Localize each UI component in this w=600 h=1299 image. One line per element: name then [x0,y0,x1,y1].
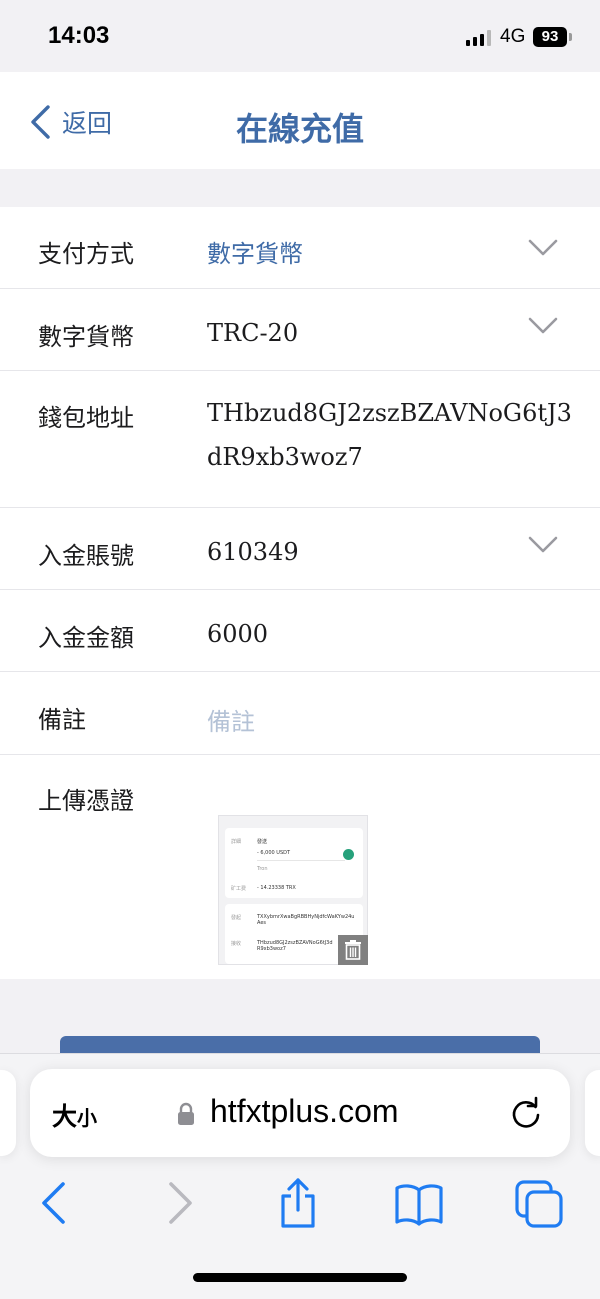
tabs-icon[interactable] [515,1178,565,1228]
home-indicator [193,1273,407,1282]
wallet-address-value: THbzud8GJ2zszBZAVNoG6tJ3dR9xb3woz7 [207,399,572,471]
delete-voucher-button[interactable] [338,935,368,965]
payment-method-select[interactable]: 數字貨幣 [207,234,303,269]
deposit-amount-input[interactable]: 6000 [207,620,268,648]
forward-arrow-icon[interactable] [155,1178,205,1228]
thumb-text: - 14.23338 TRX [257,885,296,891]
thumb-text: 矿工费 [231,886,247,892]
currency-select[interactable]: TRC-20 [207,319,298,347]
thumb-text: 接收 [231,941,242,947]
back-button[interactable]: 返回 [28,102,112,142]
thumb-text: 發送 [257,839,268,845]
payment-method-row[interactable]: 支付方式 數字貨幣 [0,207,600,289]
chevron-down-icon[interactable] [528,317,558,335]
thumb-text: - 6,000 USDT [257,850,291,856]
remark-label: 備註 [38,706,86,734]
thumb-text: 詳細 [231,839,242,845]
deposit-amount-label: 入金金額 [38,624,134,652]
lock-icon [178,1102,194,1125]
battery-icon: 93 [533,27,567,47]
currency-label: 數字貨幣 [38,323,134,351]
signal-icon [466,30,492,46]
text-size-button[interactable]: 大小 [52,1097,97,1133]
remark-input[interactable]: 備註 [207,702,255,737]
thumb-text: 發起 [231,915,242,921]
currency-row[interactable]: 數字貨幣 TRC-20 [0,289,600,371]
bookmarks-icon[interactable] [394,1178,444,1228]
payment-method-label: 支付方式 [38,240,134,268]
tether-icon [343,849,354,860]
deposit-amount-row: 入金金額 6000 [0,590,600,672]
thumb-divider [257,860,345,861]
nav-bar: 在線充值 返回 [0,72,600,169]
url-text[interactable]: htfxtplus.com [210,1093,399,1130]
wallet-address-row: 錢包地址 THbzud8GJ2zszBZAVNoG6tJ3dR9xb3woz7 [0,371,600,508]
text-size-small: 小 [77,1106,98,1130]
upload-voucher-label: 上傳憑證 [38,787,134,815]
chevron-down-icon[interactable] [528,536,558,554]
text-size-big: 大 [52,1102,78,1131]
network-type: 4G [500,26,526,47]
back-arrow-icon[interactable] [28,1178,78,1228]
next-tab-peek[interactable] [585,1070,600,1156]
reload-icon[interactable] [509,1096,543,1130]
previous-tab-peek[interactable] [0,1070,16,1156]
thumb-card: 詳細 發送 - 6,000 USDT Tron 矿工费 - 14.23338 T… [225,828,363,898]
status-time: 14:03 [48,22,110,49]
deposit-account-select[interactable]: 610349 [207,538,299,566]
battery-nub [569,33,572,41]
back-label: 返回 [62,109,113,138]
deposit-account-label: 入金賬號 [38,542,134,570]
thumb-text: THbzud8GJ2zszBZAVNoG6tJ3dR9xb3woz7 [257,940,333,952]
trash-icon [345,940,361,960]
remark-row: 備註 備註 [0,672,600,755]
address-bar[interactable]: 大小 htfxtplus.com [30,1069,570,1157]
deposit-account-row[interactable]: 入金賬號 610349 [0,508,600,590]
status-bar: 14:03 4G 93 [0,0,600,72]
share-icon[interactable] [273,1178,323,1228]
wallet-address-label: 錢包地址 [38,404,134,432]
thumb-text: TXXybmrXwaBgRBBHyNjdfcWaKYw24uAes [257,914,355,926]
thumb-text: Tron [257,866,268,872]
chevron-left-icon [31,105,50,139]
chevron-down-icon[interactable] [528,239,558,257]
